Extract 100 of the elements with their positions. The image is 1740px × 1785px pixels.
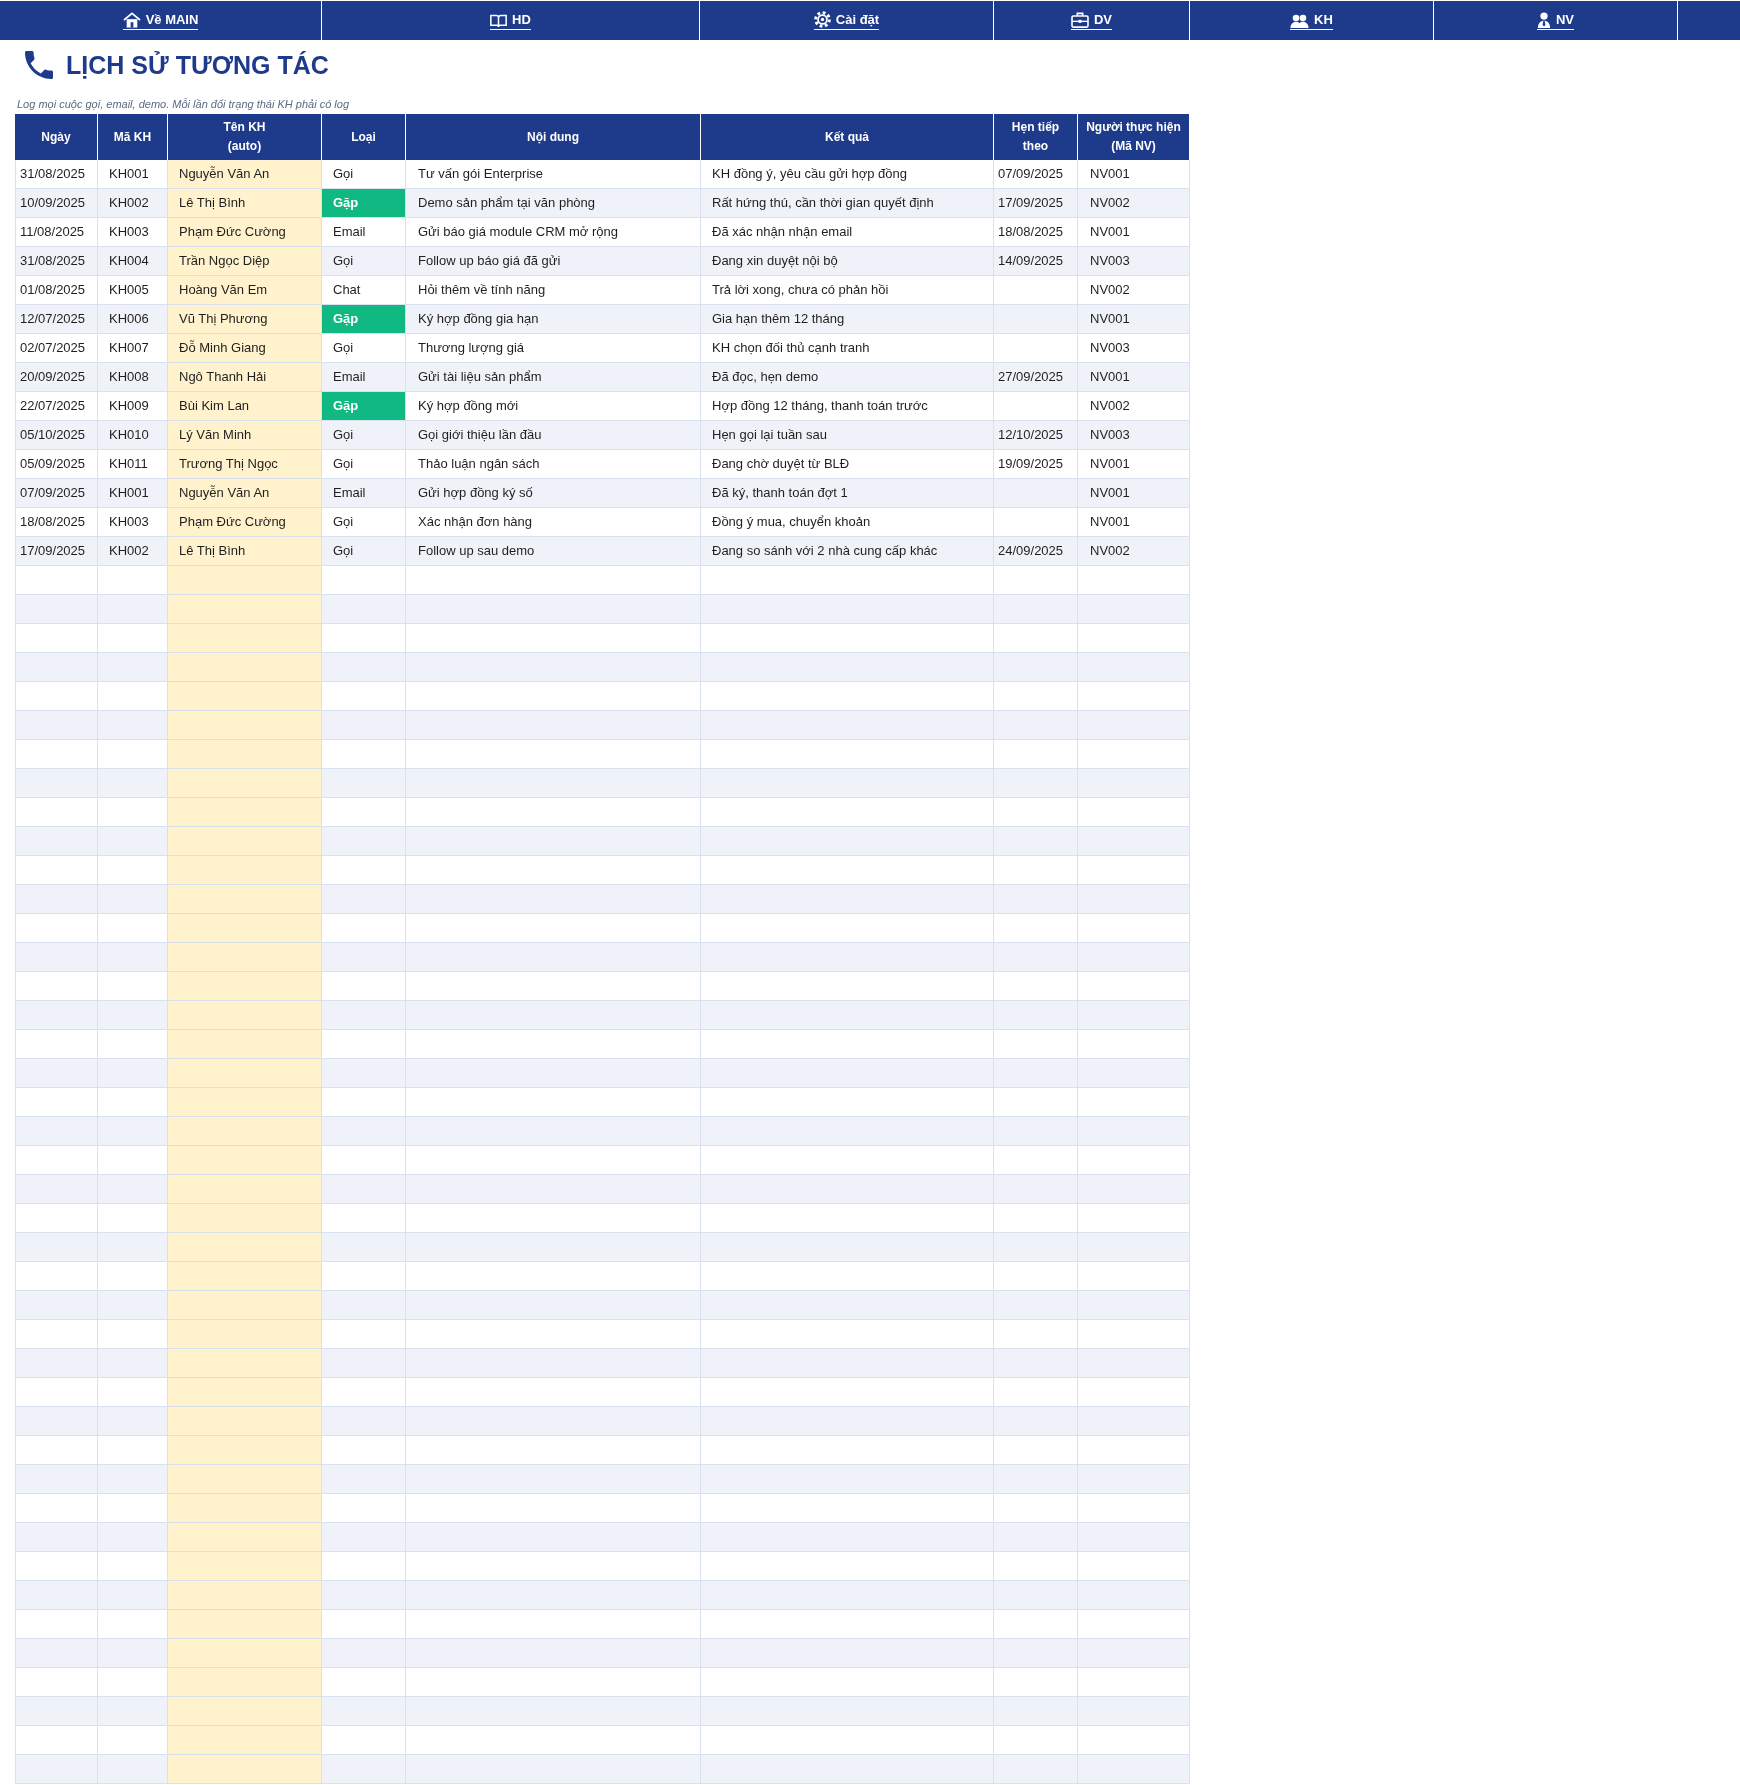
table-cell: Gọi	[322, 450, 406, 479]
table-cell: 02/07/2025	[15, 334, 98, 363]
table-cell: 19/09/2025	[994, 450, 1078, 479]
settings-icon	[813, 11, 831, 28]
table-cell: Đỗ Minh Giang	[168, 334, 322, 363]
table-cell: 18/08/2025	[15, 508, 98, 537]
table-cell: Hoàng Văn Em	[168, 276, 322, 305]
table-cell: 18/08/2025	[994, 218, 1078, 247]
table-cell: Demo sản phẩm tại văn phòng	[406, 189, 701, 218]
table-cell: NV001	[1078, 305, 1190, 334]
table-cell: NV003	[1078, 421, 1190, 450]
table-cell: KH011	[98, 450, 168, 479]
table-cell: NV003	[1078, 334, 1190, 363]
table-cell: Gọi	[322, 247, 406, 276]
table-cell: Lý Văn Minh	[168, 421, 322, 450]
table-cell: Gọi	[322, 537, 406, 566]
table-cell: 22/07/2025	[15, 392, 98, 421]
table-cell: Gặp	[322, 189, 406, 218]
table-cell: Vũ Thị Phương	[168, 305, 322, 334]
table-cell: Gặp	[322, 305, 406, 334]
table-cell: KH003	[98, 508, 168, 537]
phone-icon	[25, 51, 53, 79]
table-cell: 05/10/2025	[15, 421, 98, 450]
table-cell: Trần Ngọc Diệp	[168, 247, 322, 276]
table-cell: Hẹn gọi lại tuần sau	[701, 421, 994, 450]
table-cell: KH002	[98, 537, 168, 566]
table-cell: NV002	[1078, 537, 1190, 566]
table-cell: Email	[322, 479, 406, 508]
table-cell: NV001	[1078, 450, 1190, 479]
table-cell: Trương Thị Ngọc	[168, 450, 322, 479]
table-cell: 07/09/2025	[15, 479, 98, 508]
page-subtitle: Log mọi cuộc gọi, email, demo. Mỗi lần đổi trạng thái KH phải có log	[17, 97, 349, 111]
nav-link[interactable]: Cài đặt	[813, 11, 880, 30]
table-cell: 20/09/2025	[15, 363, 98, 392]
table-cell: 14/09/2025	[994, 247, 1078, 276]
table-cell: NV001	[1078, 479, 1190, 508]
table-cell: 17/09/2025	[994, 189, 1078, 218]
table-cell: KH006	[98, 305, 168, 334]
table-cell: Nguyễn Văn An	[168, 160, 322, 189]
table-cell: KH009	[98, 392, 168, 421]
table-cell: Lê Thị Bình	[168, 537, 322, 566]
table-cell: NV001	[1078, 508, 1190, 537]
table-cell: Follow up báo giá đã gửi	[406, 247, 701, 276]
table-cell: Đã xác nhận nhận email	[701, 218, 994, 247]
person-icon	[1536, 11, 1551, 28]
nav-link[interactable]: KH	[1290, 11, 1333, 30]
table-cell: Trả lời xong, chưa có phản hồi	[701, 276, 994, 305]
table-cell: KH001	[98, 160, 168, 189]
table-cell: KH010	[98, 421, 168, 450]
table-cell: Nguyễn Văn An	[168, 479, 322, 508]
table-cell: Rất hứng thú, cần thời gian quyết định	[701, 189, 994, 218]
table-cell: Gửi tài liệu sản phẩm	[406, 363, 701, 392]
table-cell: Follow up sau demo	[406, 537, 701, 566]
table-cell: Thương lượng giá	[406, 334, 701, 363]
table-cell: Đồng ý mua, chuyển khoản	[701, 508, 994, 537]
table-cell: Ký hợp đồng gia hạn	[406, 305, 701, 334]
table-cell: Email	[322, 363, 406, 392]
table-cell: Tư vấn gói Enterprise	[406, 160, 701, 189]
table-cell: Gọi giới thiệu lần đầu	[406, 421, 701, 450]
table-cell: Bùi Kim Lan	[168, 392, 322, 421]
briefcase-icon	[1070, 11, 1089, 28]
table-cell: Chat	[322, 276, 406, 305]
table-cell: 31/08/2025	[15, 160, 98, 189]
table-cell: 10/09/2025	[15, 189, 98, 218]
table-cell: 27/09/2025	[994, 363, 1078, 392]
table-cell: KH004	[98, 247, 168, 276]
table-cell: Đang so sánh với 2 nhà cung cấp khác	[701, 537, 994, 566]
table-cell: Phạm Đức Cường	[168, 508, 322, 537]
table-cell: Gia hạn thêm 12 tháng	[701, 305, 994, 334]
table-cell: Hỏi thêm về tính năng	[406, 276, 701, 305]
table-cell: KH002	[98, 189, 168, 218]
table-cell: Gửi hợp đồng ký số	[406, 479, 701, 508]
table-cell: 11/08/2025	[15, 218, 98, 247]
table-cell: KH005	[98, 276, 168, 305]
table-cell: KH đồng ý, yêu cầu gửi hợp đồng	[701, 160, 994, 189]
table-cell: KH007	[98, 334, 168, 363]
table-cell: KH003	[98, 218, 168, 247]
table-cell: Đang chờ duyệt từ BLĐ	[701, 450, 994, 479]
nav-link[interactable]: HD	[490, 11, 531, 30]
table-cell: Lê Thị Bình	[168, 189, 322, 218]
table-cell: 01/08/2025	[15, 276, 98, 305]
table-cell: Thảo luận ngân sách	[406, 450, 701, 479]
table-cell: Gặp	[322, 392, 406, 421]
table-cell: Ký hợp đồng mới	[406, 392, 701, 421]
nav-link[interactable]: NV	[1536, 11, 1575, 30]
table-cell: NV001	[1078, 218, 1190, 247]
table-cell: NV002	[1078, 189, 1190, 218]
nav-link[interactable]: DV	[1070, 11, 1113, 30]
table-cell: NV001	[1078, 363, 1190, 392]
nav-link[interactable]: Về MAIN	[122, 11, 199, 30]
table-cell: Phạm Đức Cường	[168, 218, 322, 247]
table-cell: Xác nhận đơn hàng	[406, 508, 701, 537]
table-cell: NV001	[1078, 160, 1190, 189]
table-cell: 31/08/2025	[15, 247, 98, 276]
table-cell: 24/09/2025	[994, 537, 1078, 566]
table-cell: Gọi	[322, 508, 406, 537]
table-cell: Gọi	[322, 334, 406, 363]
table-cell: 12/07/2025	[15, 305, 98, 334]
table-cell: NV002	[1078, 392, 1190, 421]
table-cell: KH chọn đối thủ cạnh tranh	[701, 334, 994, 363]
